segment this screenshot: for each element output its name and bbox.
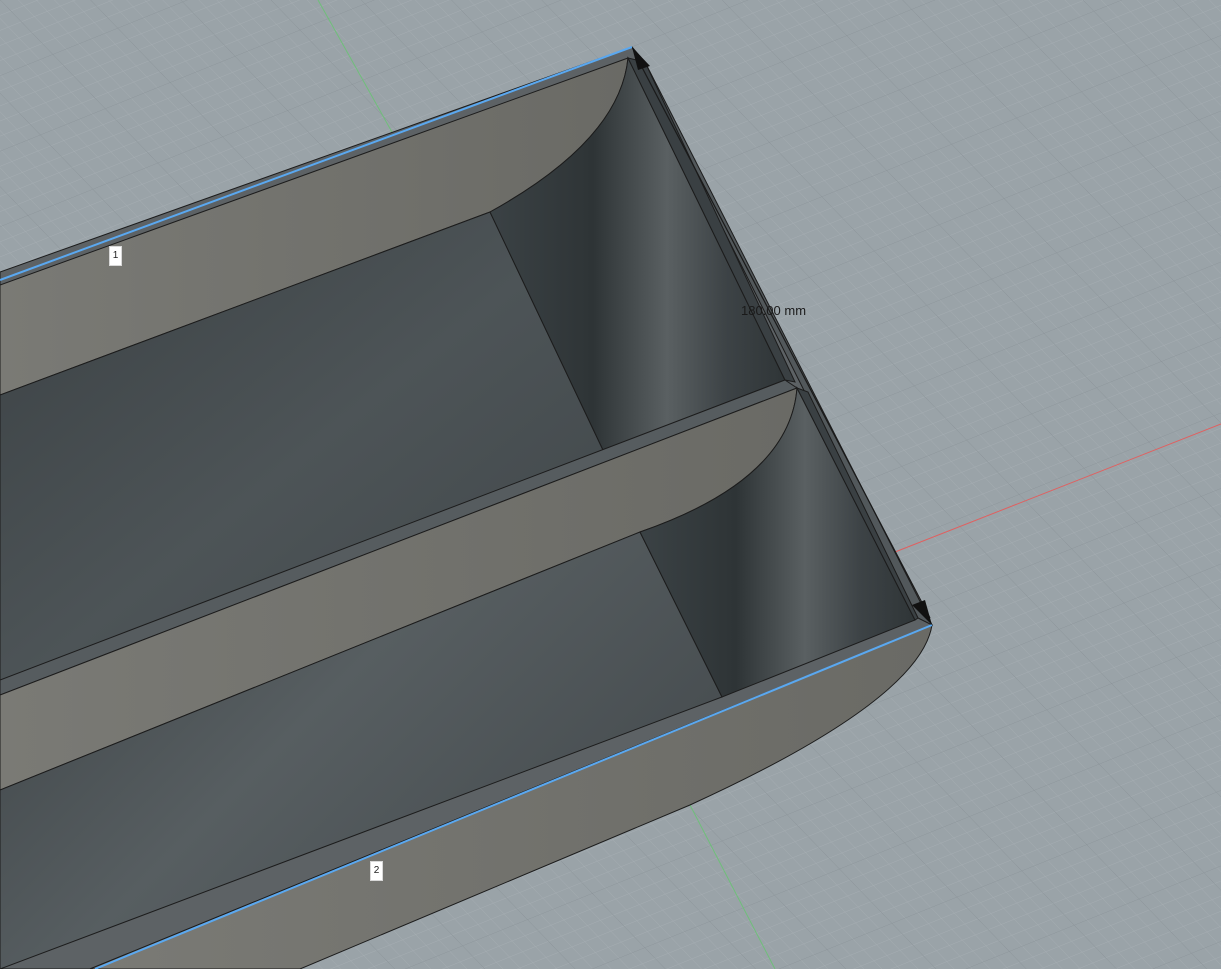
edge-tag-2[interactable]: 2	[370, 861, 383, 881]
viewport-canvas[interactable]	[0, 0, 1221, 969]
edge-tag-1[interactable]: 1	[109, 246, 122, 266]
dimension-value-label[interactable]: 180.00 mm	[741, 303, 806, 318]
3d-viewport[interactable]: 1 2 180.00 mm	[0, 0, 1221, 969]
